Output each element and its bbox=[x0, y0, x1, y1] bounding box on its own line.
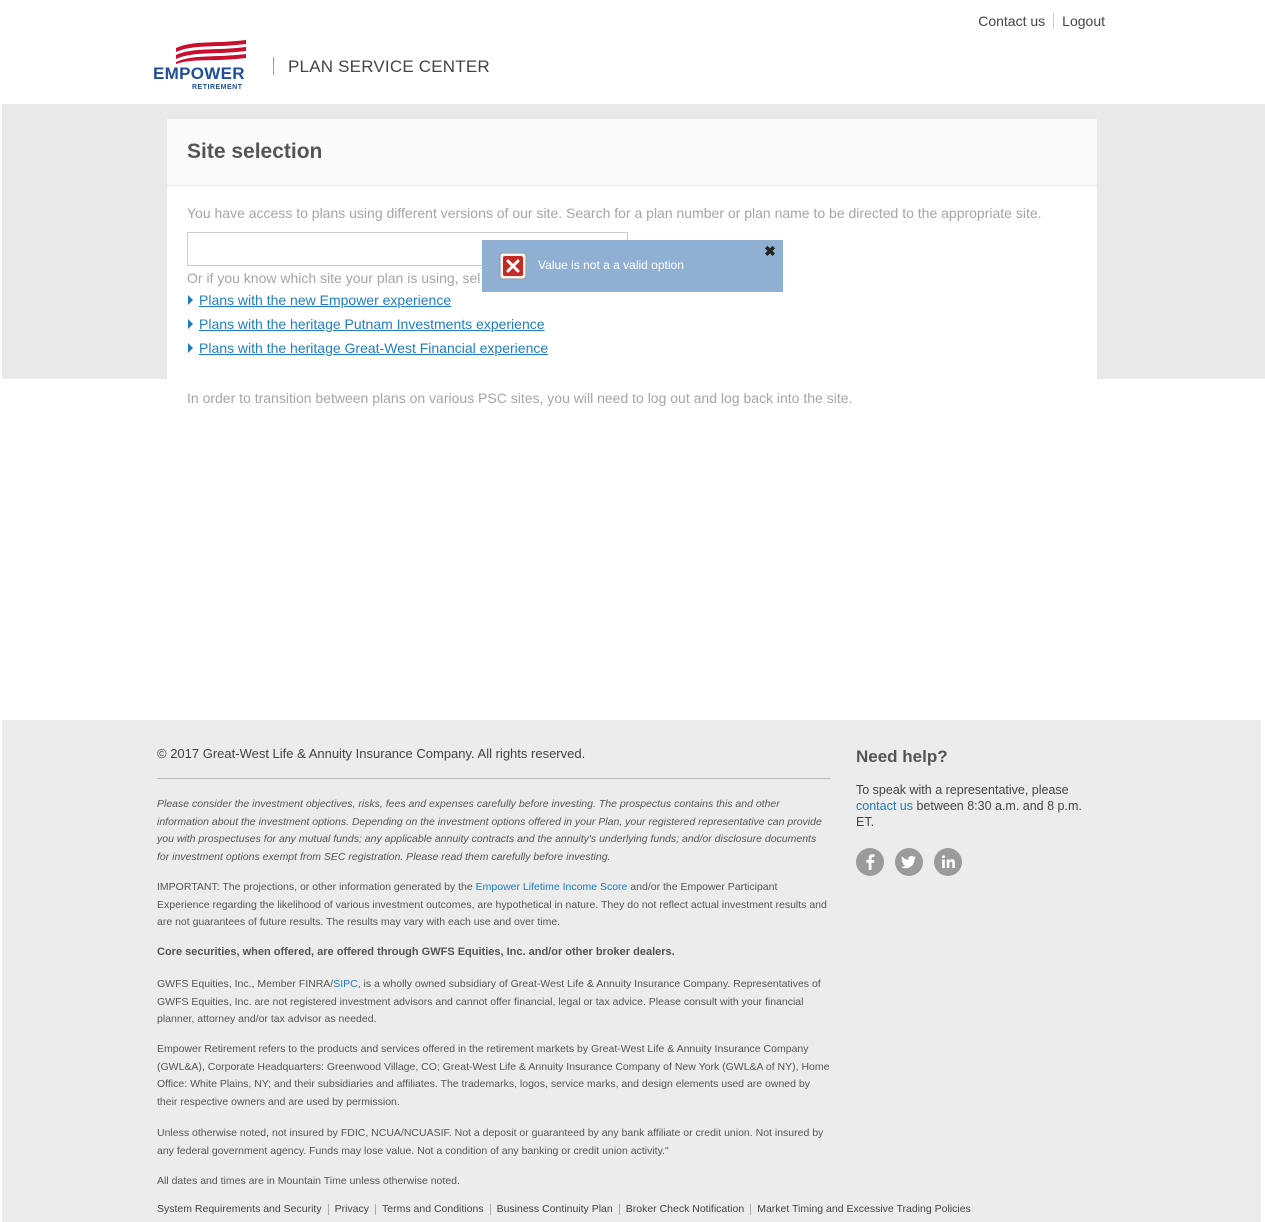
intro-text: You have access to plans using different… bbox=[187, 205, 1042, 221]
top-links: Contact us Logout bbox=[978, 13, 1105, 29]
terms-link[interactable]: Terms and Conditions bbox=[382, 1203, 484, 1215]
linkedin-icon[interactable] bbox=[934, 848, 962, 876]
system-requirements-link[interactable]: System Requirements and Security bbox=[157, 1203, 322, 1215]
facebook-icon[interactable] bbox=[856, 848, 884, 876]
contact-us-footer-link[interactable]: contact us bbox=[856, 799, 913, 813]
link-separator bbox=[375, 1203, 377, 1215]
core-securities-note: Core securities, when offered, are offer… bbox=[157, 946, 675, 958]
close-icon[interactable]: ✖ bbox=[763, 244, 777, 258]
footer-links: System Requirements and Security Privacy… bbox=[157, 1203, 971, 1215]
site-title: PLAN SERVICE CENTER bbox=[288, 57, 490, 76]
timezone-note: All dates and times are in Mountain Time… bbox=[157, 1175, 460, 1187]
great-west-link[interactable]: Plans with the heritage Great-West Finan… bbox=[199, 340, 548, 356]
business-continuity-link[interactable]: Business Continuity Plan bbox=[497, 1203, 613, 1215]
help-text: To speak with a representative, please co… bbox=[856, 782, 1096, 830]
market-timing-link[interactable]: Market Timing and Excessive Trading Poli… bbox=[757, 1203, 971, 1215]
site-link-row[interactable]: Plans with the heritage Great-West Finan… bbox=[188, 340, 548, 356]
logo-wordmark: EMPOWER bbox=[153, 64, 245, 83]
error-x-icon bbox=[499, 252, 527, 280]
prospectus-disclosure: Please consider the investment objective… bbox=[157, 798, 822, 863]
copyright: © 2017 Great-West Life & Annuity Insuran… bbox=[157, 746, 586, 761]
logout-link[interactable]: Logout bbox=[1062, 13, 1105, 29]
logo-subtitle: RETIREMENT bbox=[192, 84, 243, 91]
need-help-title: Need help? bbox=[856, 747, 948, 766]
link-separator bbox=[750, 1203, 752, 1215]
page-title: Site selection bbox=[187, 140, 323, 163]
arrow-right-icon bbox=[188, 295, 193, 305]
footer-divider bbox=[157, 778, 831, 779]
or-text: Or if you know which site your plan is u… bbox=[187, 270, 481, 286]
gwfs-text: GWFS Equities, Inc., Member FINRA/ bbox=[157, 978, 334, 990]
link-separator bbox=[327, 1203, 329, 1215]
new-empower-link[interactable]: Plans with the new Empower experience bbox=[199, 292, 451, 308]
empower-refers-disclosure: Empower Retirement refers to the product… bbox=[157, 1043, 830, 1108]
site-link-row[interactable]: Plans with the new Empower experience bbox=[188, 292, 451, 308]
error-message: Value is not a a valid option bbox=[538, 258, 684, 272]
transition-note: In order to transition between plans on … bbox=[187, 390, 853, 406]
help-text-start: To speak with a representative, please bbox=[856, 783, 1069, 797]
contact-us-link[interactable]: Contact us bbox=[978, 13, 1045, 29]
twitter-icon[interactable] bbox=[895, 848, 923, 876]
arrow-right-icon bbox=[188, 319, 193, 329]
top-links-divider bbox=[1053, 13, 1055, 29]
important-text: IMPORTANT: The projections, or other inf… bbox=[157, 881, 476, 893]
putnam-link[interactable]: Plans with the heritage Putnam Investmen… bbox=[199, 316, 545, 332]
sipc-link[interactable]: SIPC bbox=[333, 978, 358, 990]
broker-check-link[interactable]: Broker Check Notification bbox=[626, 1203, 744, 1215]
important-disclosure: IMPORTANT: The projections, or other inf… bbox=[157, 879, 831, 932]
link-separator bbox=[489, 1203, 491, 1215]
fdic-disclosure: Unless otherwise noted, not insured by F… bbox=[157, 1127, 824, 1157]
flag-stripes-icon bbox=[176, 40, 246, 64]
empower-logo[interactable]: EMPOWER RETIREMENT bbox=[152, 38, 252, 94]
site-link-row[interactable]: Plans with the heritage Putnam Investmen… bbox=[188, 316, 545, 332]
gwfs-disclosure: GWFS Equities, Inc., Member FINRA/SIPC, … bbox=[157, 976, 831, 1029]
header-divider bbox=[273, 57, 274, 75]
link-separator bbox=[618, 1203, 620, 1215]
error-tooltip: Value is not a a valid option ✖ bbox=[482, 240, 783, 292]
arrow-right-icon bbox=[188, 343, 193, 353]
privacy-link[interactable]: Privacy bbox=[335, 1203, 369, 1215]
lifetime-income-score-link[interactable]: Empower Lifetime Income Score bbox=[476, 881, 628, 893]
